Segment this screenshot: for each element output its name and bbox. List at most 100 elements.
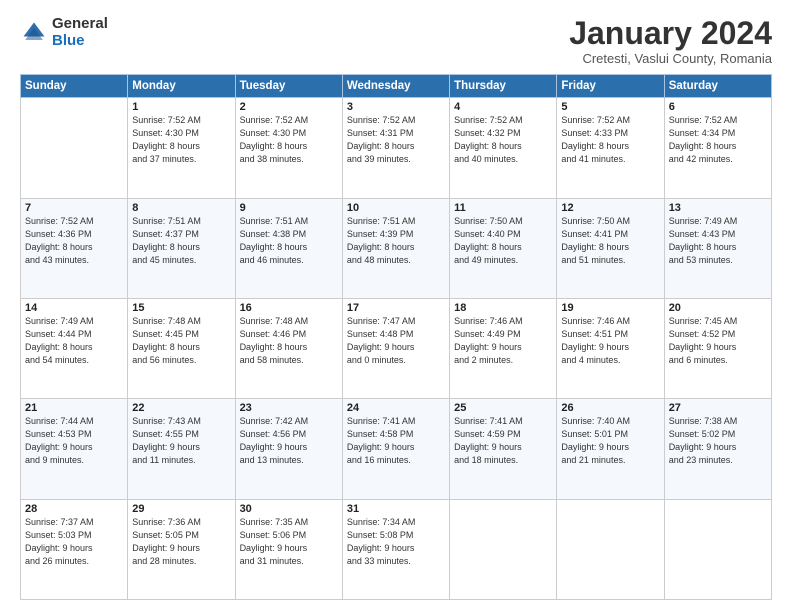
day-number: 30	[240, 503, 338, 515]
day-info: Sunrise: 7:34 AMSunset: 5:08 PMDaylight:…	[347, 516, 445, 568]
col-saturday: Saturday	[664, 75, 771, 98]
month-title: January 2024	[569, 16, 772, 51]
table-row: 23Sunrise: 7:42 AMSunset: 4:56 PMDayligh…	[235, 399, 342, 499]
day-info: Sunrise: 7:44 AMSunset: 4:53 PMDaylight:…	[25, 415, 123, 467]
table-row: 29Sunrise: 7:36 AMSunset: 5:05 PMDayligh…	[128, 499, 235, 599]
table-row: 8Sunrise: 7:51 AMSunset: 4:37 PMDaylight…	[128, 198, 235, 298]
col-friday: Friday	[557, 75, 664, 98]
day-number: 7	[25, 202, 123, 214]
day-info: Sunrise: 7:52 AMSunset: 4:30 PMDaylight:…	[240, 114, 338, 166]
table-row: 6Sunrise: 7:52 AMSunset: 4:34 PMDaylight…	[664, 98, 771, 198]
table-row: 16Sunrise: 7:48 AMSunset: 4:46 PMDayligh…	[235, 298, 342, 398]
calendar-table: Sunday Monday Tuesday Wednesday Thursday…	[20, 74, 772, 600]
calendar-week-row: 21Sunrise: 7:44 AMSunset: 4:53 PMDayligh…	[21, 399, 772, 499]
table-row: 11Sunrise: 7:50 AMSunset: 4:40 PMDayligh…	[450, 198, 557, 298]
day-info: Sunrise: 7:37 AMSunset: 5:03 PMDaylight:…	[25, 516, 123, 568]
day-number: 17	[347, 302, 445, 314]
table-row: 12Sunrise: 7:50 AMSunset: 4:41 PMDayligh…	[557, 198, 664, 298]
day-number: 9	[240, 202, 338, 214]
table-row: 7Sunrise: 7:52 AMSunset: 4:36 PMDaylight…	[21, 198, 128, 298]
table-row	[557, 499, 664, 599]
day-info: Sunrise: 7:52 AMSunset: 4:36 PMDaylight:…	[25, 215, 123, 267]
logo-general-text: General	[52, 16, 108, 33]
table-row	[664, 499, 771, 599]
table-row: 22Sunrise: 7:43 AMSunset: 4:55 PMDayligh…	[128, 399, 235, 499]
table-row: 15Sunrise: 7:48 AMSunset: 4:45 PMDayligh…	[128, 298, 235, 398]
day-info: Sunrise: 7:48 AMSunset: 4:45 PMDaylight:…	[132, 315, 230, 367]
day-number: 10	[347, 202, 445, 214]
table-row: 14Sunrise: 7:49 AMSunset: 4:44 PMDayligh…	[21, 298, 128, 398]
logo-text: General Blue	[52, 16, 108, 49]
day-info: Sunrise: 7:35 AMSunset: 5:06 PMDaylight:…	[240, 516, 338, 568]
day-info: Sunrise: 7:51 AMSunset: 4:38 PMDaylight:…	[240, 215, 338, 267]
day-number: 22	[132, 402, 230, 414]
day-number: 11	[454, 202, 552, 214]
day-info: Sunrise: 7:50 AMSunset: 4:40 PMDaylight:…	[454, 215, 552, 267]
col-monday: Monday	[128, 75, 235, 98]
day-number: 3	[347, 101, 445, 113]
page: General Blue January 2024 Cretesti, Vasl…	[0, 0, 792, 612]
day-number: 16	[240, 302, 338, 314]
day-info: Sunrise: 7:40 AMSunset: 5:01 PMDaylight:…	[561, 415, 659, 467]
day-number: 8	[132, 202, 230, 214]
day-number: 6	[669, 101, 767, 113]
day-number: 15	[132, 302, 230, 314]
location-subtitle: Cretesti, Vaslui County, Romania	[569, 51, 772, 66]
day-number: 2	[240, 101, 338, 113]
table-row: 24Sunrise: 7:41 AMSunset: 4:58 PMDayligh…	[342, 399, 449, 499]
day-number: 19	[561, 302, 659, 314]
day-number: 25	[454, 402, 552, 414]
day-number: 31	[347, 503, 445, 515]
table-row: 25Sunrise: 7:41 AMSunset: 4:59 PMDayligh…	[450, 399, 557, 499]
day-number: 24	[347, 402, 445, 414]
day-info: Sunrise: 7:52 AMSunset: 4:32 PMDaylight:…	[454, 114, 552, 166]
day-number: 12	[561, 202, 659, 214]
table-row: 21Sunrise: 7:44 AMSunset: 4:53 PMDayligh…	[21, 399, 128, 499]
calendar-week-row: 28Sunrise: 7:37 AMSunset: 5:03 PMDayligh…	[21, 499, 772, 599]
table-row: 31Sunrise: 7:34 AMSunset: 5:08 PMDayligh…	[342, 499, 449, 599]
calendar-week-row: 1 Sunrise: 7:52 AMSunset: 4:30 PMDaylight…	[21, 98, 772, 198]
day-info: Sunrise: 7:41 AMSunset: 4:59 PMDaylight:…	[454, 415, 552, 467]
table-row: 18Sunrise: 7:46 AMSunset: 4:49 PMDayligh…	[450, 298, 557, 398]
table-row: 17Sunrise: 7:47 AMSunset: 4:48 PMDayligh…	[342, 298, 449, 398]
day-info: Sunrise: 7:52 AMSunset: 4:34 PMDaylight:…	[669, 114, 767, 166]
day-number: 23	[240, 402, 338, 414]
day-number: 27	[669, 402, 767, 414]
day-info: Sunrise: 7:49 AMSunset: 4:44 PMDaylight:…	[25, 315, 123, 367]
table-row: 1Sunrise: 7:52 AMSunset: 4:30 PMDaylight…	[128, 98, 235, 198]
table-row	[21, 98, 128, 198]
table-row	[450, 499, 557, 599]
day-info: Sunrise: 7:49 AMSunset: 4:43 PMDaylight:…	[669, 215, 767, 267]
col-thursday: Thursday	[450, 75, 557, 98]
table-row: 28Sunrise: 7:37 AMSunset: 5:03 PMDayligh…	[21, 499, 128, 599]
day-number: 1	[132, 101, 230, 113]
table-row: 20Sunrise: 7:45 AMSunset: 4:52 PMDayligh…	[664, 298, 771, 398]
day-info: Sunrise: 7:45 AMSunset: 4:52 PMDaylight:…	[669, 315, 767, 367]
table-row: 3Sunrise: 7:52 AMSunset: 4:31 PMDaylight…	[342, 98, 449, 198]
table-row: 13Sunrise: 7:49 AMSunset: 4:43 PMDayligh…	[664, 198, 771, 298]
day-info: Sunrise: 7:52 AMSunset: 4:33 PMDaylight:…	[561, 114, 659, 166]
day-number: 14	[25, 302, 123, 314]
day-number: 5	[561, 101, 659, 113]
col-sunday: Sunday	[21, 75, 128, 98]
day-number: 4	[454, 101, 552, 113]
logo-icon	[20, 19, 48, 47]
col-tuesday: Tuesday	[235, 75, 342, 98]
table-row: 19Sunrise: 7:46 AMSunset: 4:51 PMDayligh…	[557, 298, 664, 398]
calendar-week-row: 7Sunrise: 7:52 AMSunset: 4:36 PMDaylight…	[21, 198, 772, 298]
logo-blue-text: Blue	[52, 33, 108, 50]
day-info: Sunrise: 7:42 AMSunset: 4:56 PMDaylight:…	[240, 415, 338, 467]
day-number: 26	[561, 402, 659, 414]
col-wednesday: Wednesday	[342, 75, 449, 98]
day-info: Sunrise: 7:38 AMSunset: 5:02 PMDaylight:…	[669, 415, 767, 467]
day-number: 18	[454, 302, 552, 314]
table-row: 4Sunrise: 7:52 AMSunset: 4:32 PMDaylight…	[450, 98, 557, 198]
calendar-week-row: 14Sunrise: 7:49 AMSunset: 4:44 PMDayligh…	[21, 298, 772, 398]
day-info: Sunrise: 7:46 AMSunset: 4:51 PMDaylight:…	[561, 315, 659, 367]
day-info: Sunrise: 7:43 AMSunset: 4:55 PMDaylight:…	[132, 415, 230, 467]
day-info: Sunrise: 7:46 AMSunset: 4:49 PMDaylight:…	[454, 315, 552, 367]
day-number: 13	[669, 202, 767, 214]
day-info: Sunrise: 7:36 AMSunset: 5:05 PMDaylight:…	[132, 516, 230, 568]
calendar-header-row: Sunday Monday Tuesday Wednesday Thursday…	[21, 75, 772, 98]
table-row: 27Sunrise: 7:38 AMSunset: 5:02 PMDayligh…	[664, 399, 771, 499]
